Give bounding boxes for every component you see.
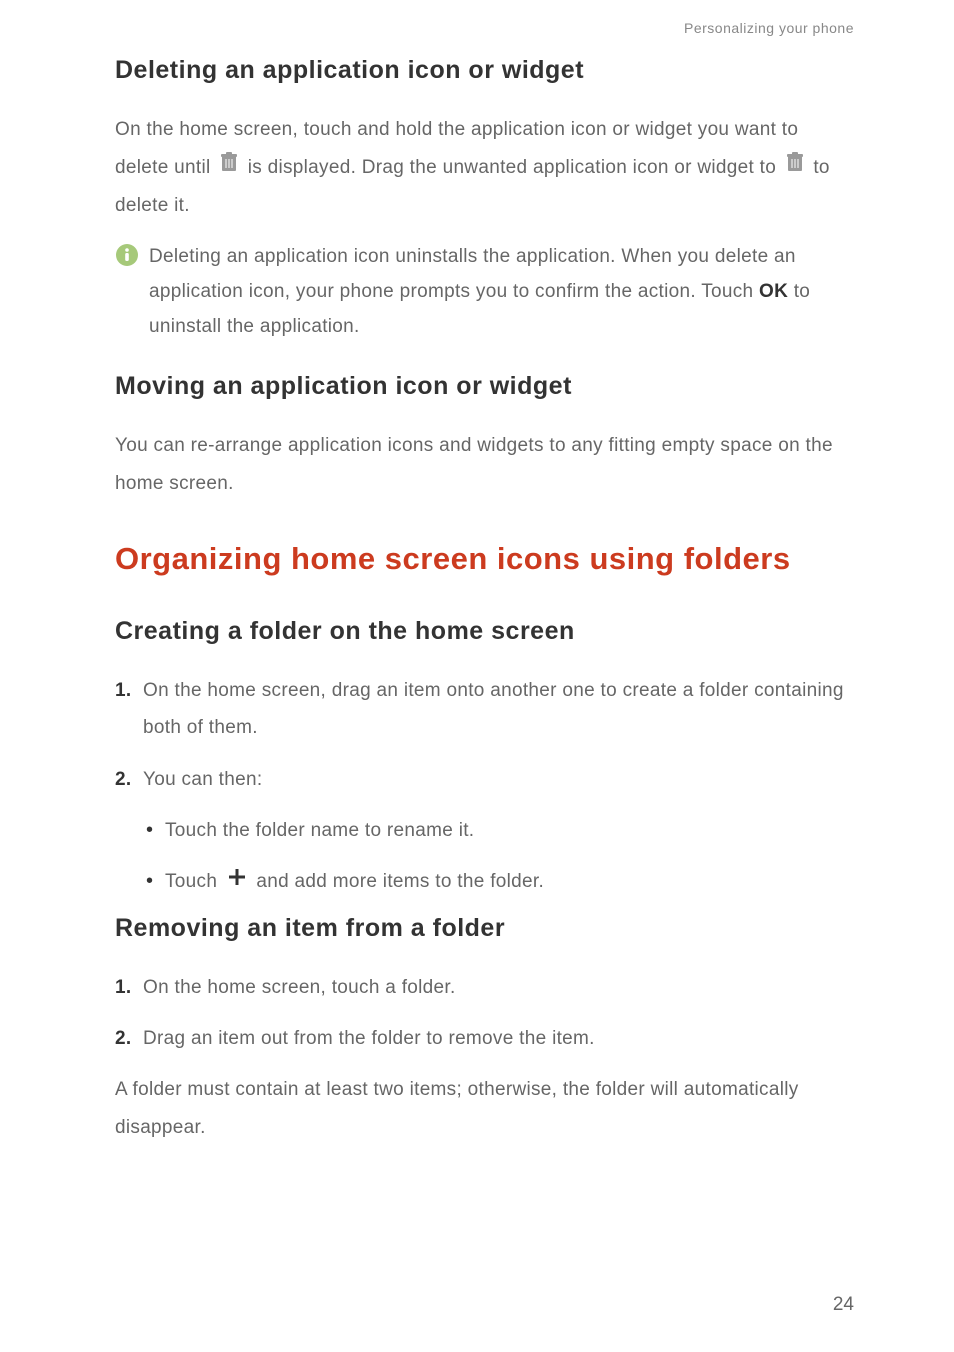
step-number: 1. — [115, 969, 143, 1006]
removing-note: A folder must contain at least two items… — [115, 1071, 854, 1147]
text-segment: is displayed. Drag the unwanted applicat… — [248, 157, 782, 178]
list-item: 2.You can then: Touch the folder name to… — [143, 761, 854, 901]
text-segment: Touch — [165, 871, 223, 892]
step-text: You can then: — [143, 769, 262, 790]
trash-icon — [219, 149, 239, 187]
removing-steps: 1.On the home screen, touch a folder. 2.… — [115, 969, 854, 1057]
section-heading-deleting: Deleting an application icon or widget — [115, 56, 854, 85]
page-header: Personalizing your phone — [115, 20, 854, 36]
list-item: 1.On the home screen, drag an item onto … — [143, 672, 854, 746]
list-item: Touch and add more items to the folder. — [165, 863, 854, 901]
step-number: 2. — [115, 1020, 143, 1057]
info-text: Deleting an application icon uninstalls … — [149, 239, 854, 344]
moving-body: You can re-arrange application icons and… — [115, 427, 854, 503]
sub-list: Touch the folder name to rename it. Touc… — [143, 812, 854, 901]
trash-icon — [785, 149, 805, 187]
main-heading: Organizing home screen icons using folde… — [115, 541, 854, 577]
info-icon — [115, 243, 139, 272]
section-heading-removing: Removing an item from a folder — [115, 914, 854, 943]
step-text: On the home screen, touch a folder. — [143, 977, 456, 998]
text-paragraph: You can re-arrange application icons and… — [115, 427, 854, 503]
ok-label: OK — [759, 281, 788, 302]
section-heading-creating: Creating a folder on the home screen — [115, 617, 854, 646]
deleting-body: On the home screen, touch and hold the a… — [115, 111, 854, 225]
list-item: Touch the folder name to rename it. — [165, 812, 854, 849]
list-item: 1.On the home screen, touch a folder. — [143, 969, 854, 1006]
creating-steps: 1.On the home screen, drag an item onto … — [115, 672, 854, 900]
section-heading-moving: Moving an application icon or widget — [115, 372, 854, 401]
plus-icon — [227, 863, 247, 900]
step-number: 2. — [115, 761, 143, 798]
text-paragraph: A folder must contain at least two items… — [115, 1071, 854, 1147]
step-number: 1. — [115, 672, 143, 709]
text-segment: and add more items to the folder. — [256, 871, 544, 892]
list-item: 2.Drag an item out from the folder to re… — [143, 1020, 854, 1057]
info-callout: Deleting an application icon uninstalls … — [115, 239, 854, 344]
step-text: Drag an item out from the folder to remo… — [143, 1028, 595, 1049]
step-text: On the home screen, drag an item onto an… — [143, 680, 844, 738]
page-number: 24 — [833, 1294, 854, 1316]
text-segment: Deleting an application icon uninstalls … — [149, 246, 796, 302]
